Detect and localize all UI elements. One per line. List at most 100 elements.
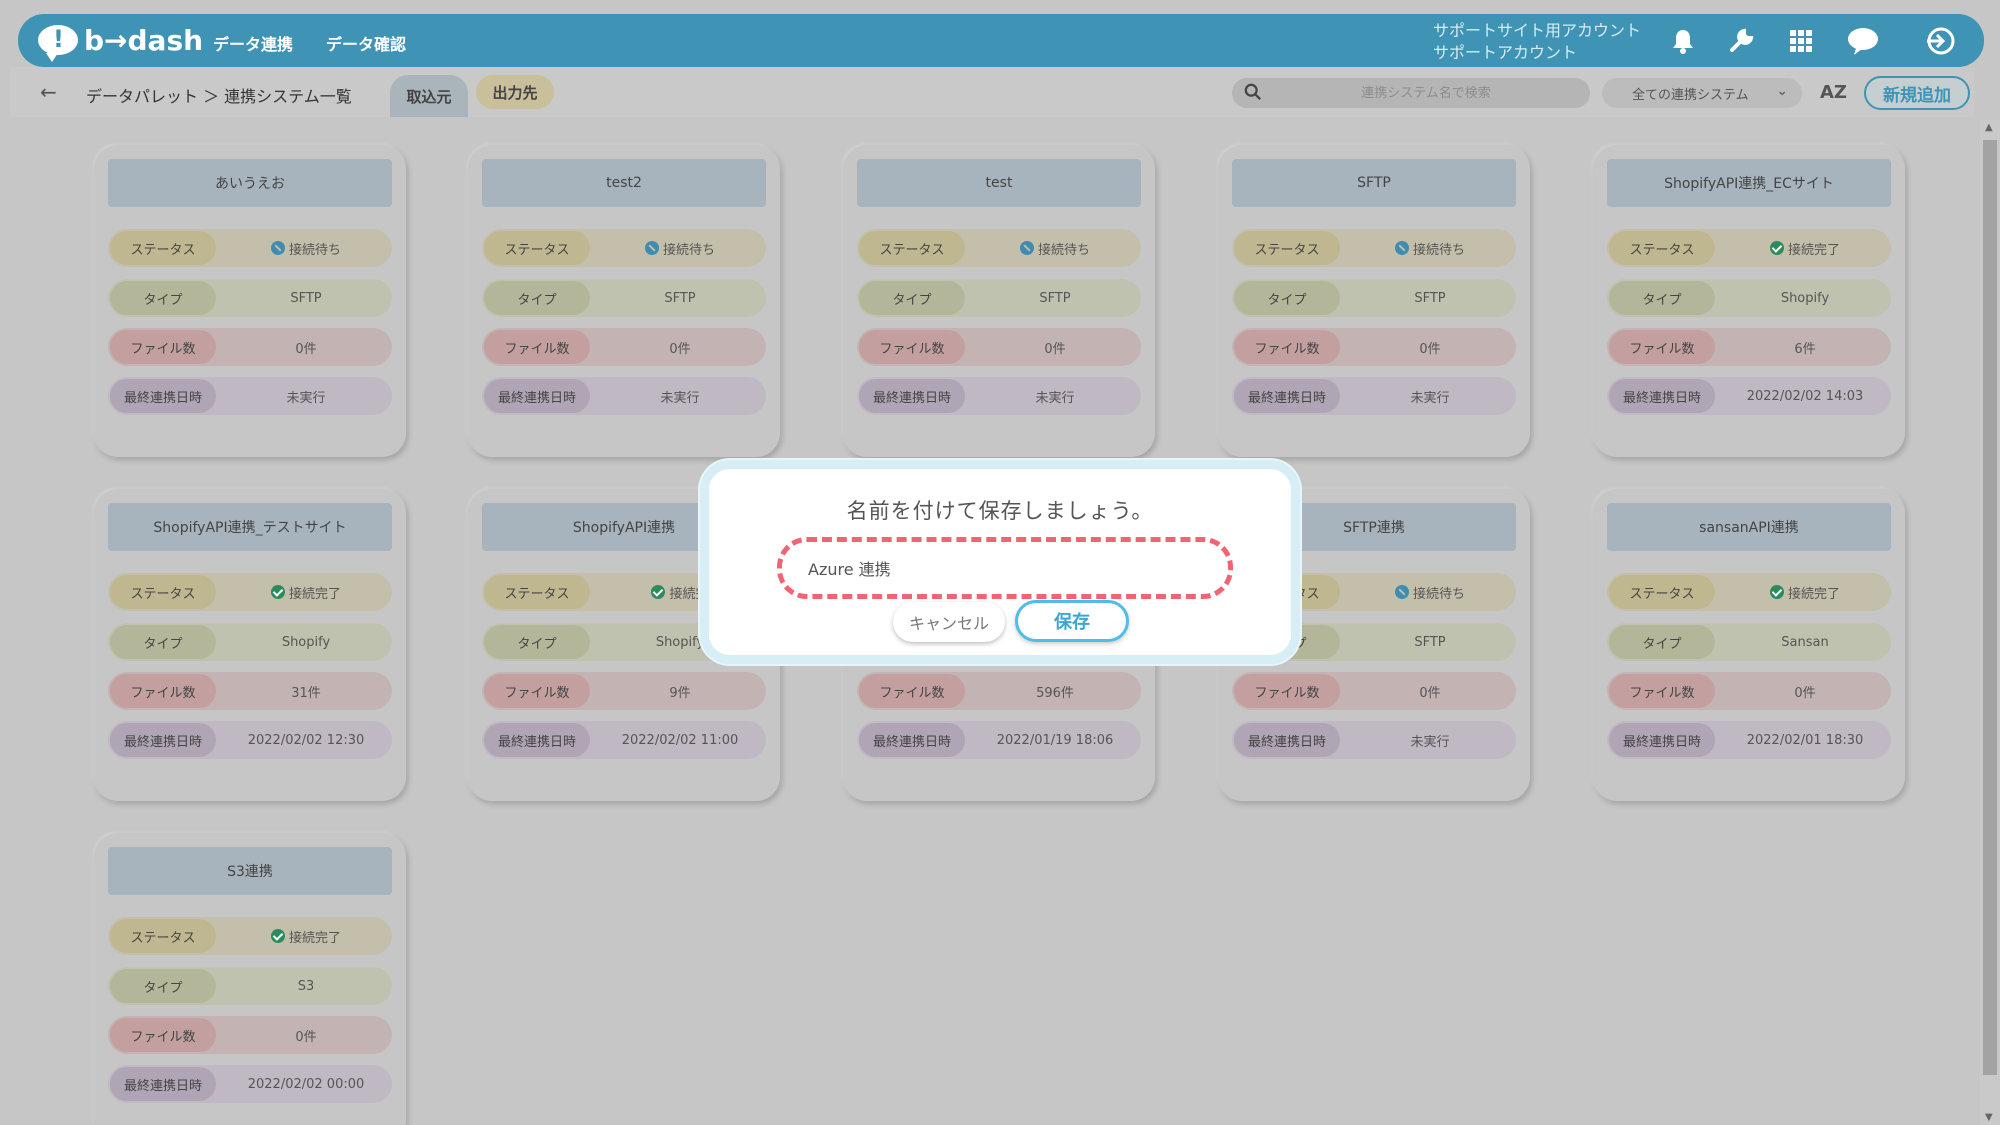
row-label: ファイル数 — [110, 1018, 216, 1052]
row-value-text: SFTP — [290, 290, 322, 306]
row-label: ファイル数 — [110, 330, 216, 364]
system-card[interactable]: test ステータス 接続待ち タイプ SFTP ファイル数 0件 最終連携日時 未実行 — [843, 145, 1155, 457]
card-title: あいうえお — [108, 159, 392, 207]
row-value-text: 0件 — [295, 341, 317, 357]
system-card[interactable]: test2 ステータス 接続待ち タイプ SFTP ファイル数 0件 最終連携日時 未実行 — [468, 145, 780, 457]
row-value: 2022/02/02 00:00 — [222, 1065, 390, 1103]
card-row-files: ファイル数 0件 — [857, 328, 1141, 366]
row-value-text: 2022/02/02 11:00 — [621, 732, 739, 748]
cancel-button[interactable]: キャンセル — [893, 602, 1005, 642]
card-title: S3連携 — [108, 847, 392, 895]
logo[interactable]: b→dash — [38, 22, 203, 62]
row-label: 最終連携日時 — [1234, 379, 1340, 413]
account-info[interactable]: サポートサイト用アカウント サポートアカウント — [1433, 20, 1641, 64]
row-value: 0件 — [1721, 672, 1889, 710]
card-row-files: ファイル数 9件 — [482, 672, 766, 710]
logout-icon[interactable] — [1923, 26, 1957, 56]
row-value: 接続待ち — [1346, 229, 1514, 267]
card-row-type: タイプ SFTP — [482, 279, 766, 317]
row-label: ファイル数 — [110, 674, 216, 708]
back-arrow-icon[interactable]: ← — [40, 80, 57, 104]
card-row-type: タイプ SFTP — [1232, 279, 1516, 317]
sort-az-icon[interactable]: AZ — [1820, 82, 1847, 103]
row-value-text: 0件 — [1419, 685, 1441, 701]
filter-value: 全ての連携システム — [1632, 87, 1749, 103]
card-row-files: ファイル数 0件 — [108, 328, 392, 366]
card-row-status: ステータス 接続完了 — [1607, 229, 1891, 267]
row-value: 2022/02/02 12:30 — [222, 721, 390, 759]
row-value-text: 接続待ち — [288, 242, 341, 258]
row-value-text: 接続待ち — [1412, 242, 1465, 258]
system-filter-select[interactable]: 全ての連携システム ⌄ — [1602, 78, 1802, 108]
scroll-up-icon[interactable]: ▲ — [1985, 122, 1993, 133]
row-value: 0件 — [222, 1016, 390, 1054]
row-value: SFTP — [971, 279, 1139, 317]
grid-icon[interactable] — [1786, 26, 1816, 56]
row-value: 接続完了 — [222, 573, 390, 611]
row-label: 最終連携日時 — [110, 1067, 216, 1101]
card-row-status: ステータス 接続完了 — [108, 573, 392, 611]
scroll-down-icon[interactable]: ▼ — [1985, 1112, 1993, 1123]
card-row-files: ファイル数 31件 — [108, 672, 392, 710]
row-value: 0件 — [596, 328, 764, 366]
row-value-text: 2022/02/02 14:03 — [1746, 388, 1864, 404]
system-card[interactable]: sansanAPI連携 ステータス 接続完了 タイプ Sansan ファイル数 0件 最終連携… — [1593, 489, 1905, 801]
row-value-text: 未実行 — [1410, 734, 1450, 750]
card-row-files: ファイル数 0件 — [1232, 328, 1516, 366]
system-card[interactable]: あいうえお ステータス 接続待ち タイプ SFTP ファイル数 0件 最終連携日時 未実行 — [94, 145, 406, 457]
row-value-text: Shopify — [655, 634, 705, 650]
row-value: 2022/02/02 11:00 — [596, 721, 764, 759]
row-value: S3 — [222, 967, 390, 1005]
card-title: test2 — [482, 159, 766, 207]
nav-data-check[interactable]: データ確認 — [326, 31, 406, 55]
check-circle-icon — [651, 585, 666, 599]
card-row-last: 最終連携日時 2022/02/02 11:00 — [482, 721, 766, 759]
bell-icon[interactable] — [1668, 26, 1698, 56]
row-label: ステータス — [484, 231, 590, 265]
waiting-circle-icon — [1394, 241, 1409, 255]
row-value: 接続待ち — [971, 229, 1139, 267]
save-button[interactable]: 保存 — [1015, 600, 1129, 642]
check-circle-icon — [270, 585, 285, 599]
tab-output-destination[interactable]: 出力先 — [476, 75, 554, 109]
row-label: タイプ — [1609, 625, 1715, 659]
top-header: b→dash データ連携 データ確認 サポートサイト用アカウント サポートアカウ… — [18, 14, 1984, 67]
system-card[interactable]: S3連携 ステータス 接続完了 タイプ S3 ファイル数 0件 最終連携日時 2022/02/0… — [94, 833, 406, 1125]
card-row-last: 最終連携日時 2022/01/19 18:06 — [857, 721, 1141, 759]
system-name-input[interactable] — [808, 556, 1208, 580]
row-value-text: 2022/02/02 12:30 — [247, 732, 365, 748]
row-label: 最終連携日時 — [110, 723, 216, 757]
card-row-type: タイプ Sansan — [1607, 623, 1891, 661]
row-label: 最終連携日時 — [484, 723, 590, 757]
add-new-button[interactable]: 新規追加 — [1864, 76, 1970, 110]
system-card[interactable]: SFTP ステータス 接続待ち タイプ SFTP ファイル数 0件 最終連携日時 未実行 — [1218, 145, 1530, 457]
row-value-text: 接続完了 — [1787, 242, 1840, 258]
card-row-files: ファイル数 0件 — [1232, 672, 1516, 710]
system-card[interactable]: ShopifyAPI連携_ECサイト ステータス 接続完了 タイプ Shopify ファイ… — [1593, 145, 1905, 457]
card-row-type: タイプ SFTP — [857, 279, 1141, 317]
row-value: 接続完了 — [1721, 229, 1889, 267]
chat-icon[interactable] — [1846, 26, 1880, 56]
tab-import-source[interactable]: 取込元 — [390, 75, 468, 117]
row-value: Sansan — [1721, 623, 1889, 661]
scrollbar[interactable]: ▲ ▼ — [1980, 120, 2000, 1125]
row-value-text: 0件 — [295, 1029, 317, 1045]
row-value-text: 6件 — [1794, 341, 1816, 357]
search-icon — [1244, 83, 1261, 100]
chevron-down-icon: ⌄ — [1776, 83, 1788, 99]
row-value-text: 2022/02/02 00:00 — [247, 1076, 365, 1092]
system-card[interactable]: ShopifyAPI連携_テストサイト ステータス 接続完了 タイプ Shopify ファ… — [94, 489, 406, 801]
wrench-icon[interactable] — [1726, 26, 1756, 56]
row-value: 未実行 — [1346, 377, 1514, 415]
card-row-last: 最終連携日時 未実行 — [482, 377, 766, 415]
nav-data-link[interactable]: データ連携 — [213, 31, 293, 55]
row-label: タイプ — [484, 281, 590, 315]
row-value-text: 接続待ち — [1037, 242, 1090, 258]
card-row-files: ファイル数 0件 — [1607, 672, 1891, 710]
row-value-text: 未実行 — [286, 390, 326, 406]
scroll-thumb[interactable] — [1983, 140, 1997, 1075]
row-value-text: 接続完了 — [1787, 586, 1840, 602]
search-input[interactable] — [1276, 78, 1576, 108]
row-value-text: 31件 — [291, 685, 321, 701]
breadcrumb[interactable]: データパレット ＞ 連携システム一覧 — [86, 83, 352, 107]
